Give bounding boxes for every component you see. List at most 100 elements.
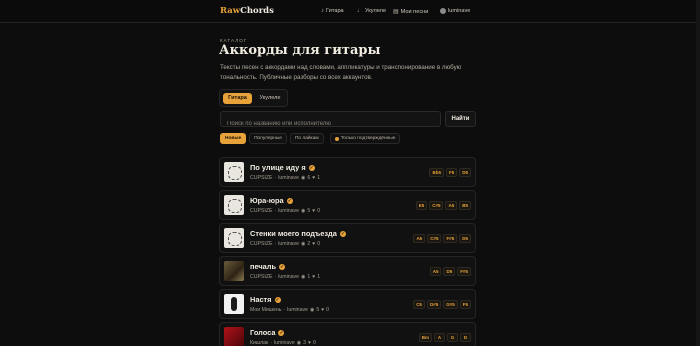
guitar-icon: ♪ — [321, 8, 324, 14]
song-likes: 1 — [317, 175, 321, 181]
nav-guitar-label: Гитара — [326, 8, 344, 14]
chord-chip[interactable]: A5 — [445, 201, 458, 210]
song-card[interactable]: Настя ✓ Мои Мишень · luminave ◉ 5 ♥ 0 C5… — [219, 289, 476, 319]
chord-chip[interactable]: F5 — [445, 168, 458, 177]
song-title[interactable]: Юра-юра ✓ — [250, 196, 293, 205]
song-cover-image — [224, 327, 244, 346]
chord-chip[interactable]: A5 — [413, 234, 426, 243]
chord-chip[interactable]: B5 — [459, 201, 471, 210]
filter-verified-only[interactable]: Только подтверждённые — [329, 133, 401, 144]
chord-chip[interactable]: C#5 — [427, 234, 442, 243]
song-artist[interactable]: Мои Мишень — [250, 307, 281, 313]
book-icon: ▤ — [393, 9, 399, 15]
heart-icon: ♥ — [312, 274, 316, 280]
song-card[interactable]: Юра-юра ✓ CUPSIZE · luminave ◉ 5 ♥ 0 E5 C… — [219, 190, 476, 220]
filter-popular[interactable]: Популярные — [249, 133, 287, 144]
song-meta: CUPSIZE · luminave ◉ 5 ♥ 0 — [250, 208, 320, 214]
search-button[interactable]: Найти — [445, 111, 476, 127]
eye-icon: ◉ — [296, 340, 302, 346]
song-meta: CUPSIZE · luminave ◉ 6 ♥ 1 — [250, 175, 320, 181]
brand-logo-part1: Raw — [220, 6, 241, 16]
song-meta: CUPSIZE · luminave ◉ 1 ♥ 1 — [250, 274, 320, 280]
song-title[interactable]: Настя ✓ — [250, 295, 281, 304]
song-list: По улице иду я ✓ CUPSIZE · luminave ◉ 6 … — [219, 157, 476, 346]
ukulele-icon: ♩ — [357, 8, 363, 14]
song-author[interactable]: luminave — [278, 175, 299, 181]
song-artist[interactable]: CUPSIZE — [250, 241, 272, 247]
song-cover-image — [224, 228, 244, 248]
song-cover-image — [224, 162, 244, 182]
filter-new[interactable]: Новые — [220, 133, 247, 144]
meta-separator: · — [274, 241, 277, 247]
brand-logo[interactable]: RawChords — [220, 6, 274, 16]
verified-badge-icon: ✓ — [274, 296, 281, 303]
song-artist[interactable]: Кишлак — [250, 340, 268, 346]
tab-ukulele[interactable]: Укулеле — [255, 93, 285, 104]
song-card[interactable]: печаль ✓ CUPSIZE · luminave ◉ 1 ♥ 1 A5 D5… — [219, 256, 476, 286]
song-author[interactable]: luminave — [287, 307, 308, 313]
chord-chip[interactable]: A — [434, 333, 445, 342]
song-title[interactable]: Голоса ✓ — [250, 328, 285, 337]
chord-chip[interactable]: Bm — [418, 333, 432, 342]
song-card[interactable]: По улице иду я ✓ CUPSIZE · luminave ◉ 6 … — [219, 157, 476, 187]
verified-badge-icon: ✓ — [308, 164, 315, 171]
tab-guitar[interactable]: Гитара — [223, 93, 252, 104]
meta-separator: · — [274, 208, 277, 214]
song-views: 3 — [303, 340, 307, 346]
song-chords: A5 C#5 F#5 D5 — [413, 234, 471, 243]
nav-my-songs[interactable]: ▤ Мои песни — [393, 8, 428, 16]
song-chords: C5 D#5 G#5 F5 — [413, 300, 471, 309]
chord-chip[interactable]: C5 — [413, 300, 425, 309]
song-author[interactable]: luminave — [274, 340, 295, 346]
chord-chip[interactable]: D5 — [443, 267, 456, 276]
song-chords: A5 D5 F#5 — [429, 267, 471, 276]
avatar — [440, 8, 446, 14]
song-card[interactable]: Стенки моего подъезда ✓ CUPSIZE · lumina… — [219, 223, 476, 253]
meta-separator: · — [270, 340, 272, 346]
song-title[interactable]: По улице иду я ✓ — [250, 163, 315, 172]
heart-icon: ♥ — [312, 175, 316, 181]
eye-icon: ◉ — [300, 175, 306, 181]
song-views: 1 — [307, 274, 311, 280]
song-card[interactable]: Голоса ✓ Кишлак · luminave ◉ 3 ♥ 0 Bm A G D — [219, 322, 476, 346]
song-meta: Кишлак · luminave ◉ 3 ♥ 0 — [250, 340, 316, 346]
filter-by-likes[interactable]: По лайкам — [289, 133, 324, 144]
song-cover-image — [224, 195, 244, 215]
search-input[interactable] — [221, 117, 440, 131]
song-cover-image — [224, 261, 244, 281]
chord-chip[interactable]: Bb5 — [429, 168, 444, 177]
eye-icon: ◉ — [309, 307, 315, 313]
song-title-text: Настя — [250, 295, 272, 304]
song-title[interactable]: Стенки моего подъезда ✓ — [250, 229, 346, 238]
song-likes: 0 — [317, 241, 321, 247]
meta-separator: · — [274, 175, 277, 181]
chord-chip[interactable]: D5 — [459, 234, 471, 243]
chord-chip[interactable]: A5 — [429, 267, 442, 276]
song-views: 2 — [307, 241, 311, 247]
eye-icon: ◉ — [300, 208, 306, 214]
song-views: 5 — [316, 307, 320, 313]
chord-chip[interactable]: G#5 — [443, 300, 458, 309]
song-author[interactable]: luminave — [278, 241, 299, 247]
chord-chip[interactable]: E5 — [415, 201, 428, 210]
song-author[interactable]: luminave — [278, 274, 299, 280]
chord-chip[interactable]: F#5 — [457, 267, 471, 276]
song-meta: CUPSIZE · luminave ◉ 2 ♥ 0 — [250, 241, 320, 247]
nav-user-menu[interactable]: luminave — [440, 8, 470, 14]
nav-guitar[interactable]: ♪ Гитара — [321, 8, 344, 14]
chord-chip[interactable]: F5 — [459, 300, 471, 309]
song-artist[interactable]: CUPSIZE — [250, 175, 272, 181]
chord-chip[interactable]: D#5 — [426, 300, 442, 309]
page-scrollbar[interactable] — [696, 0, 700, 346]
song-author[interactable]: luminave — [278, 208, 299, 214]
nav-ukulele[interactable]: ♩ Укулеле — [357, 8, 386, 14]
chord-chip[interactable]: D — [460, 333, 471, 342]
song-artist[interactable]: CUPSIZE — [250, 274, 272, 280]
chord-chip[interactable]: C#5 — [429, 201, 444, 210]
nav-ukulele-label: Укулеле — [365, 8, 387, 14]
chord-chip[interactable]: D5 — [459, 168, 471, 177]
chord-chip[interactable]: F#5 — [443, 234, 458, 243]
chord-chip[interactable]: G — [447, 333, 458, 342]
song-artist[interactable]: CUPSIZE — [250, 208, 272, 214]
song-title[interactable]: печаль ✓ — [250, 262, 286, 271]
